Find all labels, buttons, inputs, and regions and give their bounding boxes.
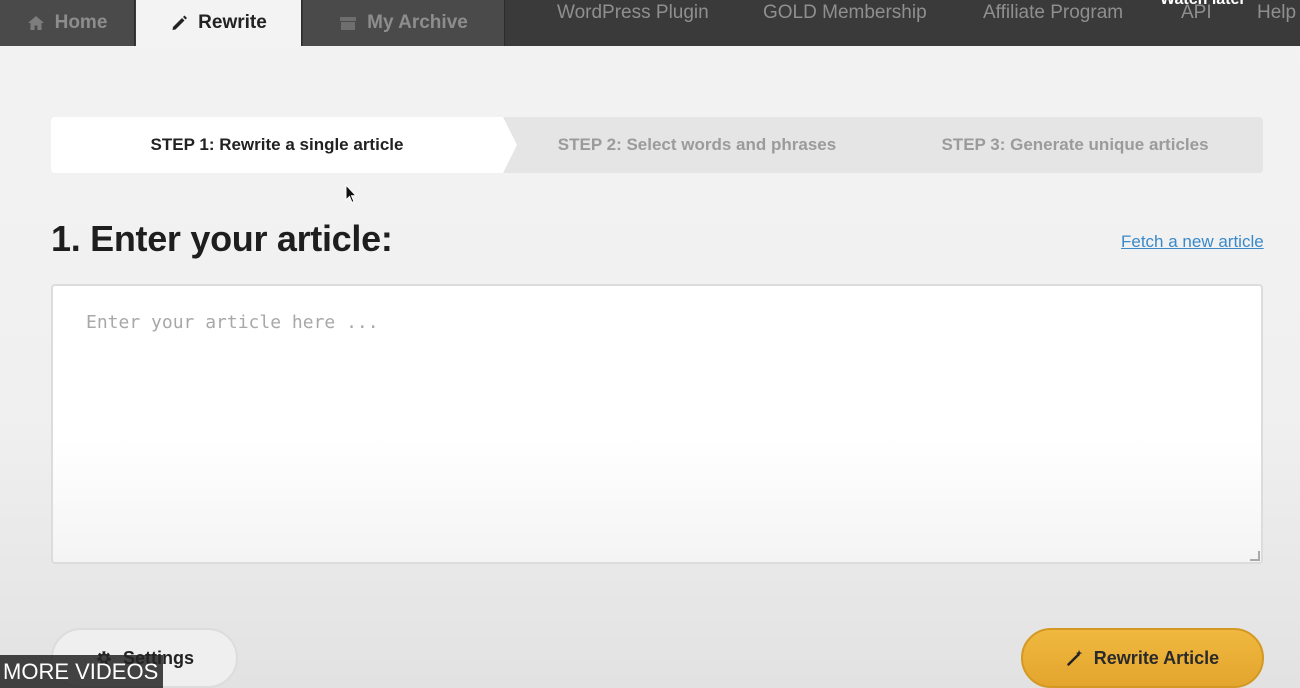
step-arrow: [503, 117, 517, 173]
article-input[interactable]: [51, 284, 1263, 564]
textarea-resize-handle[interactable]: [1250, 551, 1260, 561]
step-3[interactable]: STEP 3: Generate unique articles: [887, 117, 1263, 173]
nav-tab-my-archive[interactable]: My Archive: [303, 0, 505, 46]
archive-icon: [339, 14, 357, 32]
rewrite-article-button[interactable]: Rewrite Article: [1021, 628, 1264, 688]
rewrite-article-label: Rewrite Article: [1093, 647, 1220, 668]
nav-link-gold-membership[interactable]: GOLD Membership: [763, 0, 927, 26]
mouse-cursor-icon: [345, 183, 358, 209]
pencil-icon: [170, 14, 188, 32]
home-icon: [27, 14, 45, 32]
nav-tab-label: Home: [54, 12, 108, 33]
nav-link-help[interactable]: Help: [1257, 0, 1296, 26]
nav-tab-label: Rewrite: [198, 12, 267, 33]
top-navigation: Home Rewrite My Archive WordPress Plugin…: [0, 0, 1300, 46]
step-progress: STEP 1: Rewrite a single article STEP 2:…: [51, 117, 1263, 173]
fetch-new-article-link[interactable]: Fetch a new article: [1121, 232, 1264, 252]
step-1[interactable]: STEP 1: Rewrite a single article: [51, 117, 503, 173]
nav-tab-rewrite[interactable]: Rewrite: [136, 0, 302, 46]
nav-link-affiliate-program[interactable]: Affiliate Program: [983, 0, 1123, 26]
page-title: 1. Enter your article:: [51, 218, 393, 259]
watch-later-overlay[interactable]: Watch later: [1160, 0, 1246, 9]
step-2[interactable]: STEP 2: Select words and phrases: [517, 117, 877, 173]
nav-tab-home[interactable]: Home: [0, 0, 135, 46]
magic-wand-icon: [1066, 649, 1084, 667]
nav-tab-label: My Archive: [367, 12, 468, 33]
more-videos-overlay[interactable]: MORE VIDEOS: [0, 655, 163, 688]
nav-link-wordpress-plugin[interactable]: WordPress Plugin: [557, 0, 709, 26]
